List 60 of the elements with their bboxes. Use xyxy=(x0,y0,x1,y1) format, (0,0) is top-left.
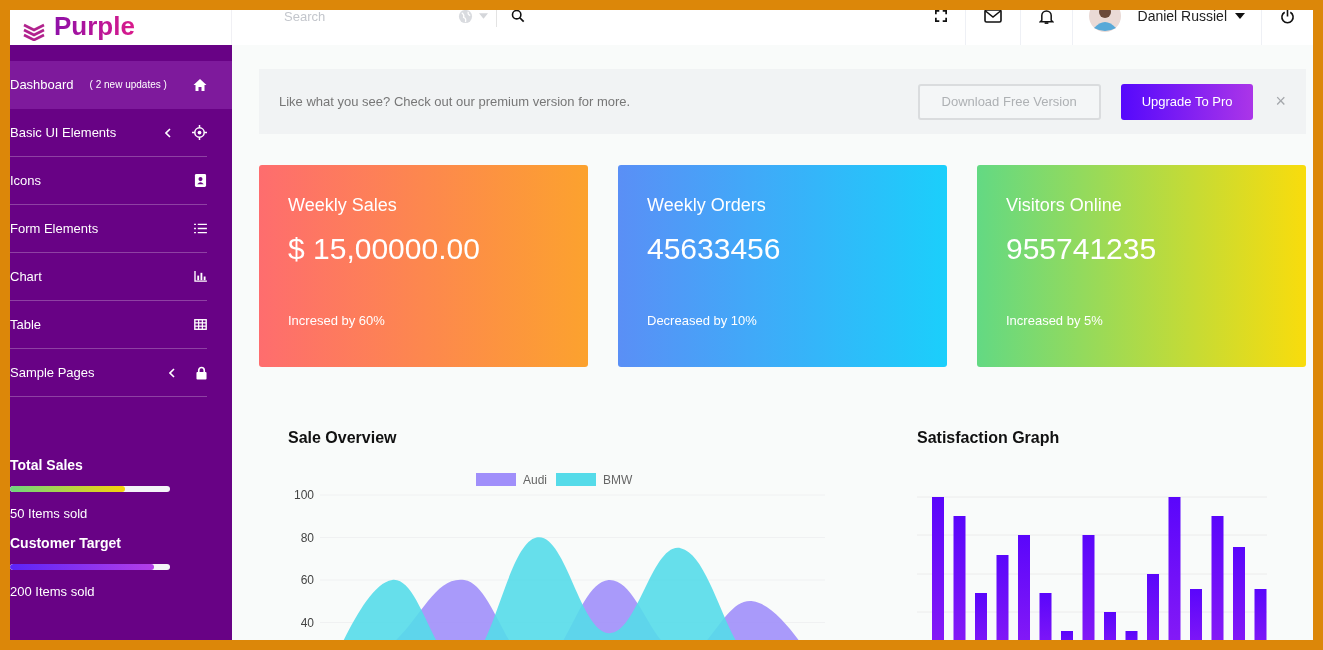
sidebar-item[interactable]: Chart xyxy=(10,253,207,301)
bar xyxy=(1147,574,1159,640)
card-footer: Increased by 5% xyxy=(1006,313,1277,328)
home-icon xyxy=(193,77,207,92)
chevron-icon[interactable] xyxy=(169,367,175,378)
legend-label: Audi xyxy=(523,473,548,487)
contact-icon xyxy=(194,173,207,188)
lock-icon xyxy=(196,365,207,380)
sidebar-item[interactable]: Dashboard ( 2 new updates ) xyxy=(10,61,232,109)
mail-icon[interactable] xyxy=(983,10,1002,23)
search-field[interactable]: Search xyxy=(282,10,452,25)
card-value: $ 15,00000.00 xyxy=(288,232,481,266)
list-icon xyxy=(194,223,207,234)
sidebar-item[interactable]: Basic UI Elements xyxy=(10,109,207,157)
bar xyxy=(1039,593,1052,640)
bar-chart-icon xyxy=(194,271,207,282)
legend-item[interactable]: BMW xyxy=(556,473,633,487)
stat-title: Customer Target xyxy=(10,535,122,551)
card-title: Weekly Orders xyxy=(647,195,767,216)
axis-tick-label: 60 xyxy=(300,573,314,587)
bar xyxy=(1190,589,1202,640)
update-count-label: ( 2 new updates ) xyxy=(89,79,167,90)
upgrade-button[interactable]: Upgrade To Pro xyxy=(1120,83,1254,120)
bell-icon[interactable] xyxy=(1038,10,1054,25)
axis-tick-label: 100 xyxy=(293,488,314,502)
card-footer: Incresed by 60% xyxy=(288,313,559,328)
bar xyxy=(1254,589,1267,640)
chart-title: Sale Overview xyxy=(288,429,398,447)
caret-icon[interactable] xyxy=(1235,13,1245,19)
avatar[interactable] xyxy=(1088,10,1121,32)
stat-title: Total Sales xyxy=(10,457,84,473)
promo-text: Like what you see? Check out our premium version for more. xyxy=(279,94,631,109)
table-icon xyxy=(194,319,207,330)
crosshair-icon xyxy=(192,125,207,140)
sidebar-item[interactable]: Form Elements xyxy=(10,205,207,253)
axis-tick-label: 40 xyxy=(300,615,314,630)
card-footer: Decreased by 10% xyxy=(647,313,918,328)
legend-label: BMW xyxy=(603,473,633,487)
sidebar-item[interactable]: Icons xyxy=(10,157,207,205)
stat-caption: 50 Items sold xyxy=(10,506,89,521)
legend-item[interactable]: Audi xyxy=(476,473,548,487)
card-title: Visitors Online xyxy=(1006,195,1123,216)
card-title: Weekly Sales xyxy=(288,195,398,216)
fullscreen-icon[interactable] xyxy=(934,10,947,22)
power-icon[interactable] xyxy=(1280,10,1295,24)
bar xyxy=(1104,612,1116,640)
bar xyxy=(1125,631,1138,640)
search-icon[interactable] xyxy=(511,10,525,23)
chevron-icon[interactable] xyxy=(165,127,171,138)
card-value: 955741235 xyxy=(1006,232,1158,266)
logo-icon xyxy=(22,21,46,41)
axis-tick-label: 80 xyxy=(300,530,314,545)
chart-title: Satisfaction Graph xyxy=(917,429,1061,447)
card-value: 45633456 xyxy=(647,232,782,266)
bar xyxy=(1061,631,1073,640)
sidebar-item[interactable]: Table xyxy=(10,301,207,349)
bar xyxy=(975,593,987,640)
user-name[interactable]: Daniel Russiel xyxy=(1137,10,1227,24)
sidebar-item[interactable]: Sample Pages xyxy=(10,349,207,397)
stat-caption: 200 Items sold xyxy=(10,584,96,599)
